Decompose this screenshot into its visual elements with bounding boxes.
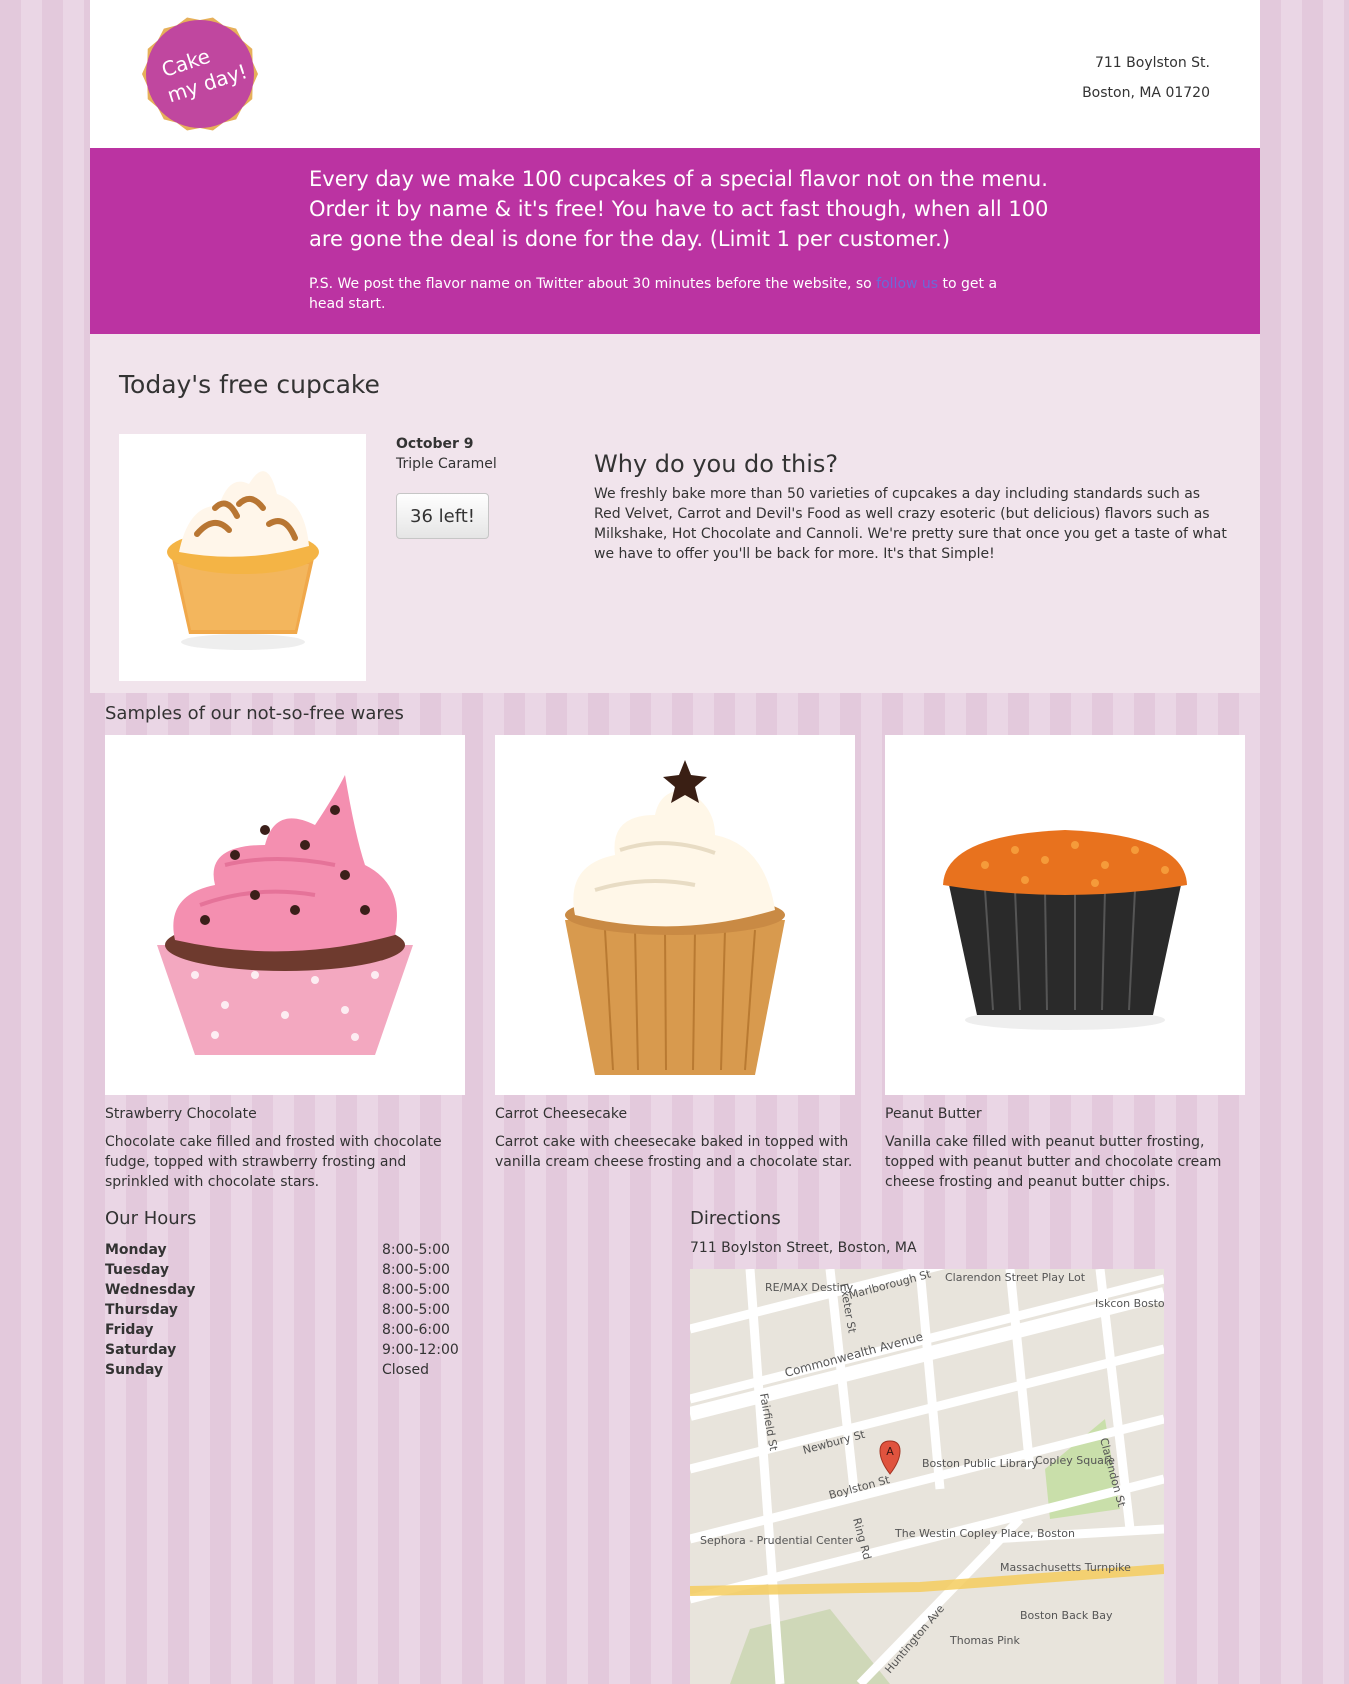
- ps-text-before: P.S. We post the flavor name on Twitter …: [309, 276, 877, 292]
- page-container: Cake my day! 711 Boylston St. Boston, MA…: [90, 0, 1260, 693]
- address-line-1: 711 Boylston St.: [1094, 55, 1210, 71]
- map-label-play-lot: Clarendon Street Play Lot: [945, 1271, 1086, 1284]
- why-section: Why do you do this? We freshly bake more…: [594, 450, 1230, 564]
- sample-card: Peanut Butter Vanilla cake filled with p…: [885, 735, 1245, 1192]
- sample-name: Carrot Cheesecake: [495, 1106, 628, 1122]
- hours-day: Saturday: [105, 1342, 177, 1358]
- hours-row: Sunday Closed: [105, 1360, 465, 1380]
- store-address: 711 Boylston St. Boston, MA 01720: [1082, 48, 1210, 108]
- map-label-back-bay: Boston Back Bay: [1020, 1609, 1113, 1622]
- map-label-westin: The Westin Copley Place, Boston: [894, 1527, 1075, 1540]
- why-text: We freshly bake more than 50 varieties o…: [594, 486, 1227, 562]
- directions-address: 711 Boylston Street, Boston, MA: [690, 1240, 917, 1256]
- map-label-turnpike: Massachusetts Turnpike: [1000, 1561, 1131, 1574]
- free-cupcake-flavor: Triple Caramel: [396, 456, 497, 472]
- map-label-thomas-pink: Thomas Pink: [949, 1634, 1021, 1647]
- sample-card: Carrot Cheesecake Carrot cake with chees…: [495, 735, 855, 1172]
- logo-badge[interactable]: Cake my day!: [142, 16, 258, 132]
- hours-row: Saturday 9:00-12:00: [105, 1340, 465, 1360]
- map-label-iskcon: Iskcon Boston: [1095, 1297, 1164, 1310]
- hours-row: Friday 8:00-6:00: [105, 1320, 465, 1340]
- cupcakes-left-button[interactable]: 36 left!: [396, 493, 489, 539]
- directions-map[interactable]: A Marlborough St Commonwealth Avenue New…: [690, 1269, 1164, 1684]
- todays-free-cupcake-panel: Today's free cupcake October 9 Triple Ca…: [90, 334, 1260, 693]
- hours-day: Monday: [105, 1242, 167, 1258]
- hours-day: Tuesday: [105, 1262, 169, 1278]
- hours-day: Thursday: [105, 1302, 178, 1318]
- hours-day: Wednesday: [105, 1282, 196, 1298]
- map-label-remax: RE/MAX Destiny: [765, 1281, 854, 1294]
- address-line-2: Boston, MA 01720: [1082, 85, 1210, 101]
- hours-row: Tuesday 8:00-5:00: [105, 1260, 465, 1280]
- sample-name: Strawberry Chocolate: [105, 1106, 257, 1122]
- free-cupcake-date: October 9: [396, 436, 474, 452]
- hours-row: Wednesday 8:00-5:00: [105, 1280, 465, 1300]
- hours-day: Friday: [105, 1322, 154, 1338]
- hours-time: 8:00-5:00: [382, 1282, 450, 1298]
- directions-heading: Directions: [690, 1208, 781, 1229]
- promo-banner: Every day we make 100 cupcakes of a spec…: [90, 148, 1260, 334]
- sample-description: Carrot cake with cheesecake baked in top…: [495, 1134, 853, 1170]
- free-cupcake-info: October 9 Triple Caramel: [396, 434, 497, 474]
- map-label-library: Boston Public Library: [922, 1457, 1039, 1470]
- sample-description: Chocolate cake filled and frosted with c…: [105, 1134, 442, 1190]
- peanut-butter-image: [885, 735, 1245, 1095]
- hours-heading: Our Hours: [105, 1208, 197, 1229]
- hours-time: 8:00-5:00: [382, 1242, 450, 1258]
- strawberry-chocolate-image: [105, 735, 465, 1095]
- why-heading: Why do you do this?: [594, 450, 839, 478]
- todays-free-cupcake-heading: Today's free cupcake: [119, 370, 380, 399]
- hours-row: Monday 8:00-5:00: [105, 1240, 465, 1260]
- promo-ps-text: P.S. We post the flavor name on Twitter …: [309, 274, 1009, 314]
- hours-time: 8:00-6:00: [382, 1322, 450, 1338]
- free-cupcake-image: [119, 434, 366, 681]
- follow-us-link[interactable]: follow us: [876, 276, 938, 292]
- hours-table: Monday 8:00-5:00 Tuesday 8:00-5:00 Wednesd…: [105, 1240, 465, 1380]
- hours-time: 8:00-5:00: [382, 1302, 450, 1318]
- hours-time: 9:00-12:00: [382, 1342, 459, 1358]
- sample-card: Strawberry Chocolate Chocolate cake fill…: [105, 735, 465, 1192]
- sample-description: Vanilla cake filled with peanut butter f…: [885, 1134, 1222, 1190]
- hours-day: Sunday: [105, 1362, 164, 1378]
- promo-lead-text: Every day we make 100 cupcakes of a spec…: [309, 167, 1049, 251]
- samples-heading: Samples of our not-so-free wares: [105, 703, 404, 724]
- hours-time: 8:00-5:00: [382, 1262, 450, 1278]
- map-marker-label: A: [886, 1445, 894, 1458]
- sample-name: Peanut Butter: [885, 1106, 982, 1122]
- map-label-sephora: Sephora - Prudential Center: [700, 1534, 853, 1547]
- hours-time: Closed: [382, 1362, 430, 1378]
- hours-row: Thursday 8:00-5:00: [105, 1300, 465, 1320]
- carrot-cheesecake-image: [495, 735, 855, 1095]
- site-header: Cake my day! 711 Boylston St. Boston, MA…: [90, 0, 1260, 148]
